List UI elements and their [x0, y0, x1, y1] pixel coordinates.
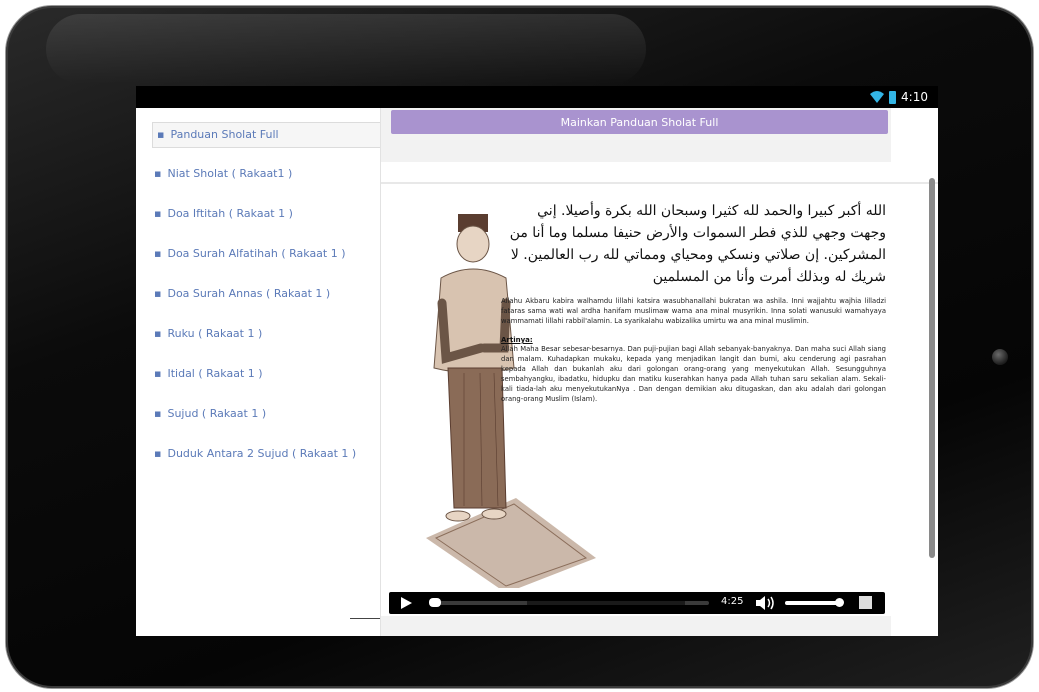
content-scrollbar[interactable] [929, 178, 935, 558]
main-panel: Mainkan Panduan Sholat Full الله أكبر كب… [381, 108, 938, 636]
play-full-guide-button[interactable]: Mainkan Panduan Sholat Full [391, 110, 888, 134]
device-screen: 4:10 ▪ Panduan Sholat Full ▪ Niat Sholat (… [136, 86, 938, 636]
seek-buffer [527, 601, 685, 605]
bullet-icon: ▪ [154, 447, 162, 460]
sidebar: ▪ Panduan Sholat Full ▪ Niat Sholat ( Raka… [136, 108, 381, 636]
translation-heading: Artinya: [501, 336, 533, 344]
sidebar-item-niat-sholat[interactable]: ▪ Niat Sholat ( Rakaat1 ) [154, 167, 292, 180]
transliteration-text: Allahu Akbaru kabira walhamdu lillahi ka… [501, 297, 886, 325]
arabic-text: الله أكبر كبيرا والحمد لله كثيرا وسبحان … [509, 203, 886, 285]
sidebar-item-duduk-antara-2-sujud[interactable]: ▪ Duduk Antara 2 Sujud ( Rakaat 1 ) [154, 447, 356, 460]
volume-icon[interactable] [755, 596, 777, 610]
bullet-icon: ▪ [154, 407, 162, 420]
sidebar-item-doa-annas[interactable]: ▪ Doa Surah Annas ( Rakaat 1 ) [154, 287, 330, 300]
bullet-icon: ▪ [154, 167, 162, 180]
sidebar-item-itidal[interactable]: ▪ Itidal ( Rakaat 1 ) [154, 367, 263, 380]
bullet-icon: ▪ [154, 287, 162, 300]
status-time: 4:10 [901, 90, 928, 104]
sidebar-item-panduan-sholat-full[interactable]: ▪ Panduan Sholat Full [152, 122, 380, 148]
sidebar-item-label: Niat Sholat ( Rakaat1 ) [167, 167, 293, 180]
sidebar-item-ruku[interactable]: ▪ Ruku ( Rakaat 1 ) [154, 327, 262, 340]
bullet-icon: ▪ [157, 128, 165, 141]
sidebar-item-label: Ruku ( Rakaat 1 ) [167, 327, 263, 340]
player-time: 4:25 [721, 596, 744, 607]
bullet-icon: ▪ [154, 247, 162, 260]
sidebar-item-label: Doa Surah Annas ( Rakaat 1 ) [167, 287, 331, 300]
sidebar-item-doa-iftitah[interactable]: ▪ Doa Iftitah ( Rakaat 1 ) [154, 207, 293, 220]
tablet-frame: 4:10 ▪ Panduan Sholat Full ▪ Niat Sholat (… [6, 6, 1033, 688]
app-content: ▪ Panduan Sholat Full ▪ Niat Sholat ( Raka… [136, 108, 938, 636]
prayer-text-content: الله أكبر كبيرا والحمد لله كثيرا وسبحان … [501, 200, 886, 404]
sidebar-item-label: Duduk Antara 2 Sujud ( Rakaat 1 ) [167, 447, 357, 460]
sidebar-item-sujud[interactable]: ▪ Sujud ( Rakaat 1 ) [154, 407, 266, 420]
fullscreen-icon[interactable] [859, 596, 872, 609]
bullet-icon: ▪ [154, 327, 162, 340]
translation-text: Allah Maha Besar sebesar-besarnya. Dan p… [501, 345, 886, 403]
play-icon[interactable] [401, 597, 412, 609]
header-divider [381, 182, 938, 184]
footer-strip [381, 616, 891, 636]
sidebar-divider [350, 618, 380, 619]
sidebar-item-label: Doa Surah Alfatihah ( Rakaat 1 ) [167, 247, 346, 260]
seek-handle[interactable] [429, 598, 441, 607]
bullet-icon: ▪ [154, 207, 162, 220]
sidebar-item-label: Panduan Sholat Full [170, 128, 279, 141]
volume-slider[interactable] [785, 601, 841, 605]
sidebar-item-label: Doa Iftitah ( Rakaat 1 ) [167, 207, 293, 220]
header-area: Mainkan Panduan Sholat Full [381, 108, 891, 162]
home-button[interactable] [992, 349, 1008, 365]
battery-icon [889, 90, 897, 104]
status-bar: 4:10 [136, 86, 938, 108]
tablet-gloss [46, 14, 646, 84]
bullet-icon: ▪ [154, 367, 162, 380]
video-player-controls: 4:25 [389, 592, 885, 614]
sidebar-item-doa-alfatihah[interactable]: ▪ Doa Surah Alfatihah ( Rakaat 1 ) [154, 247, 346, 260]
volume-handle[interactable] [835, 598, 844, 607]
sidebar-item-label: Sujud ( Rakaat 1 ) [167, 407, 267, 420]
sidebar-item-label: Itidal ( Rakaat 1 ) [167, 367, 263, 380]
wifi-icon [870, 91, 885, 103]
